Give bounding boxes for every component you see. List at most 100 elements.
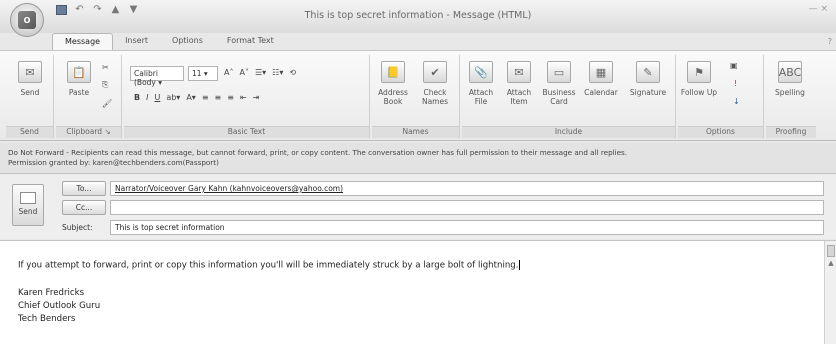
send-envelope-icon [20,192,36,204]
cut-icon[interactable]: ✂ [102,63,109,72]
address-book-icon: 📒 [381,61,405,83]
window-controls[interactable]: — × [809,4,828,14]
font-size-dropdown[interactable]: 11 ▾ [188,66,218,81]
spelling-button[interactable]: ABC Spelling [771,61,809,97]
message-body[interactable]: If you attempt to forward, print or copy… [0,240,836,344]
business-card-icon: ▭ [547,61,571,83]
cc-field[interactable] [110,200,824,215]
scroll-up-icon[interactable]: ▲ [826,259,836,267]
address-book-button[interactable]: 📒 Address Book [374,61,412,106]
calendar-label: Calendar [584,88,618,97]
office-button[interactable]: O [10,3,44,37]
tab-format-text[interactable]: Format Text [215,33,286,50]
send-ribbon-button[interactable]: ✉ Send [11,61,49,97]
message-header: Send To... Narrator/Voiceover Gary Kahn … [0,175,836,239]
calendar-button[interactable]: ▦ Calendar [582,61,620,97]
vertical-scrollbar[interactable]: ▲ [824,241,836,344]
low-importance-icon[interactable]: ↓ [733,97,740,106]
shrink-font-icon[interactable]: A˅ [239,68,248,77]
body-line: If you attempt to forward, print or copy… [18,260,521,271]
attach-item-label: Attach Item [506,88,532,106]
business-card-label: Business Card [542,88,576,106]
send-button[interactable]: Send [12,184,44,226]
signature-title: Chief Outlook Guru [18,301,101,311]
window-title: This is top secret information - Message… [304,10,532,21]
send-icon: ✉ [18,61,42,83]
check-names-icon: ✔ [423,61,447,83]
to-field[interactable]: Narrator/Voiceover Gary Kahn (kahnvoiceo… [110,181,824,196]
underline-icon[interactable]: U [154,93,160,102]
bold-icon[interactable]: B [134,93,140,102]
paste-icon: 📋 [67,61,91,83]
font-size-controls: A˄ A˅ ☰▾ ☷▾ ⟲ [224,68,296,77]
tab-options[interactable]: Options [160,33,215,50]
send-ribbon-label: Send [20,88,40,97]
subject-field[interactable]: This is top secret information [110,220,824,235]
attach-file-button[interactable]: 📎 Attach File [462,61,500,106]
signature-icon: ✎ [636,61,660,83]
options-group-label: Options [678,126,763,138]
include-group: 📎 Attach File ✉ Attach Item ▭ Business C… [462,55,676,138]
send-group: ✉ Send Send [6,55,54,138]
ruler-toggle-icon[interactable] [827,245,835,257]
paperclip-icon: 📎 [469,61,493,83]
text-cursor [519,260,521,270]
include-group-label: Include [462,126,675,138]
align-left-icon[interactable]: ≡ [202,93,209,102]
format-painter-icon[interactable]: 🖌 [102,99,112,108]
address-book-label: Address Book [378,88,408,106]
permission-infobar: Do Not Forward - Recipients can read thi… [0,143,836,174]
basic-text-group-label: Basic Text [124,126,369,138]
names-group-label: Names [372,126,459,138]
help-icon[interactable]: ? [828,37,832,46]
align-right-icon[interactable]: ≡ [227,93,234,102]
italic-icon[interactable]: I [146,93,148,102]
increase-indent-icon[interactable]: ⇥ [253,93,260,102]
tab-insert[interactable]: Insert [113,33,160,50]
proofing-group-label: Proofing [766,126,816,138]
follow-up-button[interactable]: ⚑ Follow Up [680,61,718,97]
send-button-label: Send [18,207,38,216]
paste-button[interactable]: 📋 Paste [60,61,98,97]
paste-label: Paste [68,88,90,97]
decrease-indent-icon[interactable]: ⇤ [240,93,247,102]
check-names-button[interactable]: ✔ Check Names [416,61,454,106]
font-name-dropdown[interactable]: Calibri (Body ▾ [130,66,184,87]
permission-icon[interactable]: ▣ [730,61,738,70]
highlight-icon[interactable]: ab▾ [166,93,180,102]
numbering-icon[interactable]: ☷▾ [272,68,283,77]
flag-icon: ⚑ [687,61,711,83]
ribbon-tabs: Message Insert Options Format Text [52,33,286,50]
ribbon: ✉ Send Send 📋 Paste ✂ ⎘ 🖌 Clipboard ↘ Ca… [0,50,836,141]
options-group: ⚑ Follow Up ▣ ! ↓ Options [678,55,764,138]
tab-message[interactable]: Message [52,33,114,50]
grow-font-icon[interactable]: A˄ [224,68,233,77]
attach-item-button[interactable]: ✉ Attach Item [500,61,538,106]
business-card-button[interactable]: ▭ Business Card [540,61,578,106]
signature-name: Karen Fredricks [18,288,85,298]
signature-label: Signature [629,88,667,97]
font-color-icon[interactable]: A▾ [186,93,196,102]
subject-label: Subject: [62,223,93,232]
check-names-label: Check Names [421,88,449,106]
infobar-line-1: Do Not Forward - Recipients can read thi… [8,148,628,157]
office-logo-icon: O [18,11,36,29]
attach-item-icon: ✉ [507,61,531,83]
clipboard-group: 📋 Paste ✂ ⎘ 🖌 Clipboard ↘ [56,55,122,138]
align-center-icon[interactable]: ≡ [215,93,222,102]
bullets-icon[interactable]: ☰▾ [255,68,266,77]
follow-up-label: Follow Up [680,88,718,97]
basic-text-group: Calibri (Body ▾ 11 ▾ A˄ A˅ ☰▾ ☷▾ ⟲ B I U… [124,55,370,138]
spelling-icon: ABC [778,61,802,83]
infobar-line-2: Permission granted by: karen@techbenders… [8,158,219,167]
signature-button[interactable]: ✎ Signature [624,61,672,97]
proofing-group: ABC Spelling Proofing [766,55,816,138]
high-importance-icon[interactable]: ! [734,79,737,88]
cc-button[interactable]: Cc... [62,200,106,215]
title-bar: O ↶ ↷ ▲ ▼ This is top secret information… [0,0,836,37]
clipboard-group-label: Clipboard ↘ [56,126,121,138]
attach-file-label: Attach File [468,88,494,106]
copy-icon[interactable]: ⎘ [102,80,108,90]
to-button[interactable]: To... [62,181,106,196]
styles-icon[interactable]: ⟲ [289,68,296,77]
